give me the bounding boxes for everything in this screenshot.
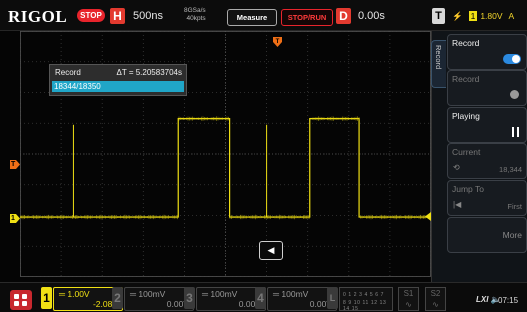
trigger-channel: 1 — [468, 11, 478, 21]
logic-row-1: 0 1 2 3 4 5 6 7 — [343, 292, 384, 298]
ch1-number[interactable]: 1 — [41, 287, 52, 309]
clock-time: 07:15 — [498, 296, 519, 305]
playing-label: Playing — [452, 111, 480, 121]
current-frame-value: 18,344 — [499, 165, 522, 174]
main-menu-button[interactable] — [10, 290, 32, 310]
source1-button[interactable]: S1 ∿ — [398, 287, 419, 311]
source2-label: S2 — [430, 289, 441, 298]
oscilloscope-screen: RIGOL STOP H 500ns 8GSa/s 40kpts Measure… — [0, 0, 527, 312]
ch4-scale: ═ 100mV — [273, 289, 309, 299]
record-toggle-label: Record — [452, 38, 480, 48]
record-indicator-icon — [510, 90, 519, 99]
delta-t-value: ΔT = 5.20583704s — [116, 68, 182, 77]
record-panel-tab-label: Record — [434, 45, 443, 70]
run-state-badge: STOP — [77, 9, 105, 22]
trigger-position-icon: T — [273, 37, 282, 47]
memory-depth: 40kpts — [186, 15, 206, 22]
source1-wave-icon: ∿ — [405, 300, 412, 309]
knob-icon: ⟲ — [453, 163, 460, 172]
frame-progress: 18344/18350 — [52, 81, 184, 92]
record-start-label: Record — [452, 74, 480, 84]
trigger-mode: A — [508, 11, 515, 21]
record-start-item: Record — [447, 70, 527, 106]
playing-item[interactable]: Playing — [447, 107, 527, 143]
trigger-level: 1.80V — [480, 11, 503, 21]
jump-to-item[interactable]: Jump To |◀ First — [447, 180, 527, 216]
lxi-icon: LXI — [476, 295, 489, 304]
delay-label[interactable]: D — [336, 8, 351, 24]
previous-frame-button[interactable]: ◀ — [259, 241, 283, 260]
ch4-number[interactable]: 4 — [255, 287, 266, 309]
jump-to-value: First — [507, 202, 522, 211]
sample-rate: 8GSa/s — [184, 7, 206, 14]
jump-to-label: Jump To — [452, 184, 484, 194]
ch3-number[interactable]: 3 — [184, 287, 195, 309]
horizontal-label[interactable]: H — [110, 8, 125, 24]
trigger-info[interactable]: ⚡ 1 1.80V A — [452, 11, 520, 22]
record-popup-title: Record — [55, 68, 81, 77]
record-toggle-switch[interactable] — [503, 54, 521, 64]
logic-analyzer-label[interactable]: L — [327, 287, 338, 309]
measure-button[interactable]: Measure — [227, 9, 277, 26]
trigger-edge-icon: ⚡ — [452, 11, 463, 21]
jump-first-icon: |◀ — [453, 200, 462, 209]
ch1-offset-marker[interactable]: 1 — [10, 214, 20, 223]
pause-icon — [512, 127, 519, 137]
record-panel-tab[interactable]: Record — [431, 40, 446, 88]
current-frame-label: Current — [452, 147, 481, 157]
acquisition-info: 8GSa/s 40kpts — [184, 7, 206, 23]
ch1-waveform-noise — [20, 116, 430, 220]
delay-value[interactable]: 0.00s — [358, 10, 385, 22]
logic-channels-box[interactable]: 0 1 2 3 4 5 6 7 8 9 10 11 12 13 14 15 — [339, 287, 393, 312]
ch2-number[interactable]: 2 — [112, 287, 123, 309]
source2-wave-icon: ∿ — [432, 300, 439, 309]
ch1-scale: ═ 1.00V — [59, 289, 90, 299]
trigger-level-marker[interactable]: T — [10, 160, 20, 169]
ch3-scale: ═ 100mV — [202, 289, 238, 299]
rigol-logo: RIGOL — [8, 7, 68, 26]
current-frame-item[interactable]: Current ⟲ 18,344 — [447, 143, 527, 179]
top-status-bar: RIGOL STOP H 500ns 8GSa/s 40kpts Measure… — [0, 0, 527, 31]
timebase-value[interactable]: 500ns — [133, 10, 163, 22]
more-item[interactable]: More — [447, 217, 527, 253]
stop-run-button[interactable]: STOP/RUN — [281, 9, 333, 26]
ch2-scale: ═ 100mV — [130, 289, 166, 299]
svg-text:T: T — [276, 39, 280, 45]
record-info-popup: Record ΔT = 5.20583704s 18344/18350 — [49, 64, 187, 96]
source2-button[interactable]: S2 ∿ — [425, 287, 446, 311]
network-sound-icons: LXI 🔈 — [476, 295, 501, 304]
trigger-label[interactable]: T — [432, 8, 445, 24]
logic-row-2: 8 9 10 11 12 13 14 15 — [343, 300, 387, 312]
more-label: More — [502, 230, 522, 240]
record-toggle-item[interactable]: Record — [447, 34, 527, 70]
source1-label: S1 — [403, 289, 414, 298]
